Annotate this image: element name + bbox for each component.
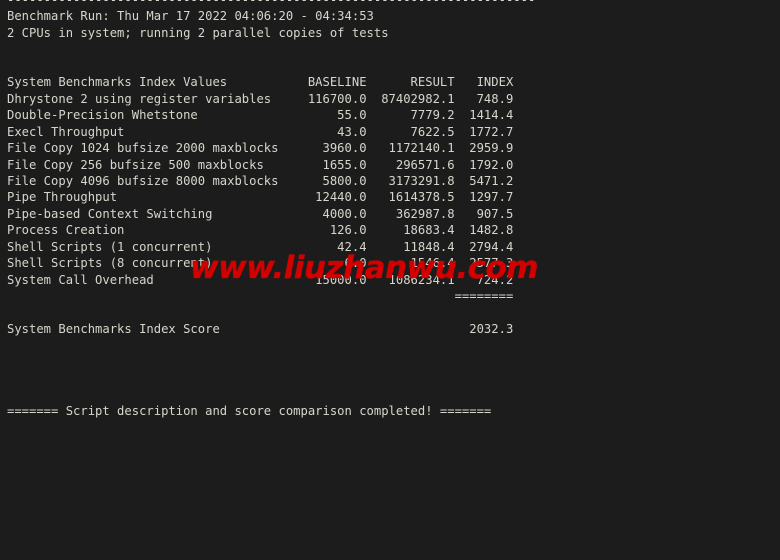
completion-line: ======= Script description and score com… xyxy=(7,404,492,419)
blank-line xyxy=(7,337,780,353)
index-row: Pipe Throughput 12440.0 1614378.5 1297.7 xyxy=(7,190,514,205)
index-row: Pipe-based Context Switching 4000.0 3629… xyxy=(7,206,514,221)
index-row: Dhrystone 2 using register variables 116… xyxy=(7,91,514,106)
blank-line xyxy=(7,58,780,74)
blank-line xyxy=(7,305,780,321)
index-row: File Copy 256 bufsize 500 maxblocks 1655… xyxy=(7,157,514,172)
index-row: Process Creation 126.0 18683.4 1482.8 xyxy=(7,223,514,238)
blank-line xyxy=(7,41,780,57)
index-score-line: System Benchmarks Index Score 2032.3 xyxy=(7,322,514,337)
index-row: File Copy 1024 bufsize 2000 maxblocks 39… xyxy=(7,141,514,156)
top-separator-line: ----------------------------------------… xyxy=(7,0,536,7)
terminal-content: ----------------------------------------… xyxy=(7,0,780,420)
index-row: System Call Overhead 15000.0 1086234.1 7… xyxy=(7,272,514,287)
blank-line xyxy=(7,387,780,403)
index-table-header: System Benchmarks Index Values BASELINE … xyxy=(7,75,514,90)
index-row: Execl Throughput 43.0 7622.5 1772.7 xyxy=(7,124,514,139)
index-table-block: Dhrystone 2 using register variables 116… xyxy=(7,91,780,288)
index-row: Shell Scripts (8 concurrent) 6.0 1546.4 … xyxy=(7,256,514,271)
benchmark-run-line: Benchmark Run: Thu Mar 17 2022 04:06:20 … xyxy=(7,9,374,24)
terminal-window: ----------------------------------------… xyxy=(0,0,780,560)
index-row: Double-Precision Whetstone 55.0 7779.2 1… xyxy=(7,108,514,123)
blank-line xyxy=(7,370,780,386)
index-row: File Copy 4096 bufsize 8000 maxblocks 58… xyxy=(7,173,514,188)
score-separator-line: ======== xyxy=(7,289,514,304)
cpu-info-line: 2 CPUs in system; running 2 parallel cop… xyxy=(7,25,389,40)
blank-line xyxy=(7,354,780,370)
index-row: Shell Scripts (1 concurrent) 42.4 11848.… xyxy=(7,239,514,254)
